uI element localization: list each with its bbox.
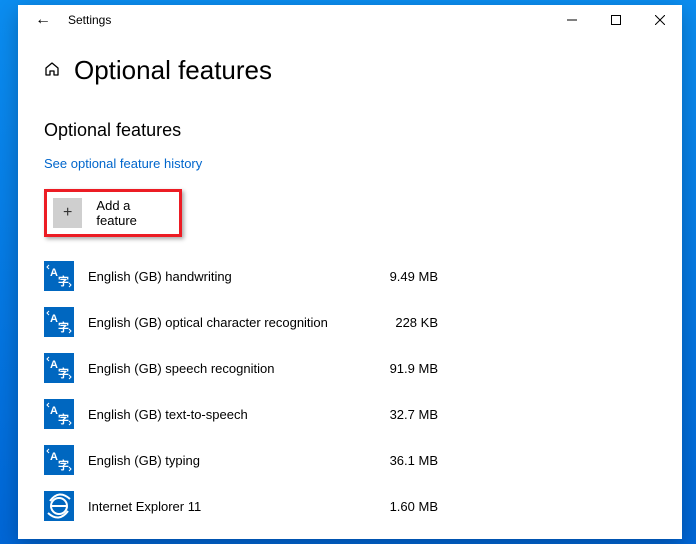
home-icon[interactable] bbox=[44, 61, 60, 81]
plus-icon: + bbox=[53, 198, 82, 228]
internet-explorer-icon bbox=[44, 491, 74, 521]
page-title: Optional features bbox=[74, 55, 272, 86]
feature-label: English (GB) speech recognition bbox=[88, 361, 358, 376]
feature-label: English (GB) optical character recogniti… bbox=[88, 315, 358, 330]
feature-size: 1.60 MB bbox=[358, 499, 438, 514]
page-header: Optional features bbox=[44, 55, 656, 86]
feature-item[interactable]: English (GB) optical character recogniti… bbox=[44, 299, 656, 345]
back-arrow-icon: ← bbox=[35, 11, 51, 29]
minimize-button[interactable] bbox=[550, 5, 594, 35]
titlebar: ← Settings bbox=[18, 5, 682, 35]
feature-label: English (GB) handwriting bbox=[88, 269, 358, 284]
minimize-icon bbox=[567, 15, 577, 25]
feature-list: English (GB) handwriting9.49 MBEnglish (… bbox=[44, 253, 656, 529]
language-icon bbox=[44, 307, 74, 337]
feature-item[interactable]: English (GB) handwriting9.49 MB bbox=[44, 253, 656, 299]
language-icon bbox=[44, 261, 74, 291]
feature-label: English (GB) typing bbox=[88, 453, 358, 468]
annotation-highlight: + Add a feature bbox=[44, 189, 182, 237]
feature-size: 32.7 MB bbox=[358, 407, 438, 422]
feature-size: 9.49 MB bbox=[358, 269, 438, 284]
close-button[interactable] bbox=[638, 5, 682, 35]
add-feature-button[interactable]: + Add a feature bbox=[47, 192, 179, 234]
language-icon bbox=[44, 353, 74, 383]
maximize-icon bbox=[611, 15, 621, 25]
feature-size: 228 KB bbox=[358, 315, 438, 330]
feature-item[interactable]: English (GB) speech recognition91.9 MB bbox=[44, 345, 656, 391]
feature-label: English (GB) text-to-speech bbox=[88, 407, 358, 422]
feature-item[interactable]: English (GB) text-to-speech32.7 MB bbox=[44, 391, 656, 437]
content-area: Optional features Optional features See … bbox=[18, 35, 682, 539]
feature-item[interactable]: Internet Explorer 111.60 MB bbox=[44, 483, 656, 529]
feature-size: 36.1 MB bbox=[358, 453, 438, 468]
feature-item[interactable]: English (GB) typing36.1 MB bbox=[44, 437, 656, 483]
settings-window: ← Settings Optional features Optional fe… bbox=[18, 5, 682, 539]
section-title: Optional features bbox=[44, 120, 656, 141]
history-link[interactable]: See optional feature history bbox=[44, 156, 202, 171]
back-button[interactable]: ← bbox=[18, 11, 68, 29]
app-title: Settings bbox=[68, 13, 111, 27]
feature-label: Internet Explorer 11 bbox=[88, 499, 358, 514]
feature-size: 91.9 MB bbox=[358, 361, 438, 376]
language-icon bbox=[44, 445, 74, 475]
maximize-button[interactable] bbox=[594, 5, 638, 35]
language-icon bbox=[44, 399, 74, 429]
add-feature-label: Add a feature bbox=[96, 198, 173, 228]
close-icon bbox=[655, 15, 665, 25]
